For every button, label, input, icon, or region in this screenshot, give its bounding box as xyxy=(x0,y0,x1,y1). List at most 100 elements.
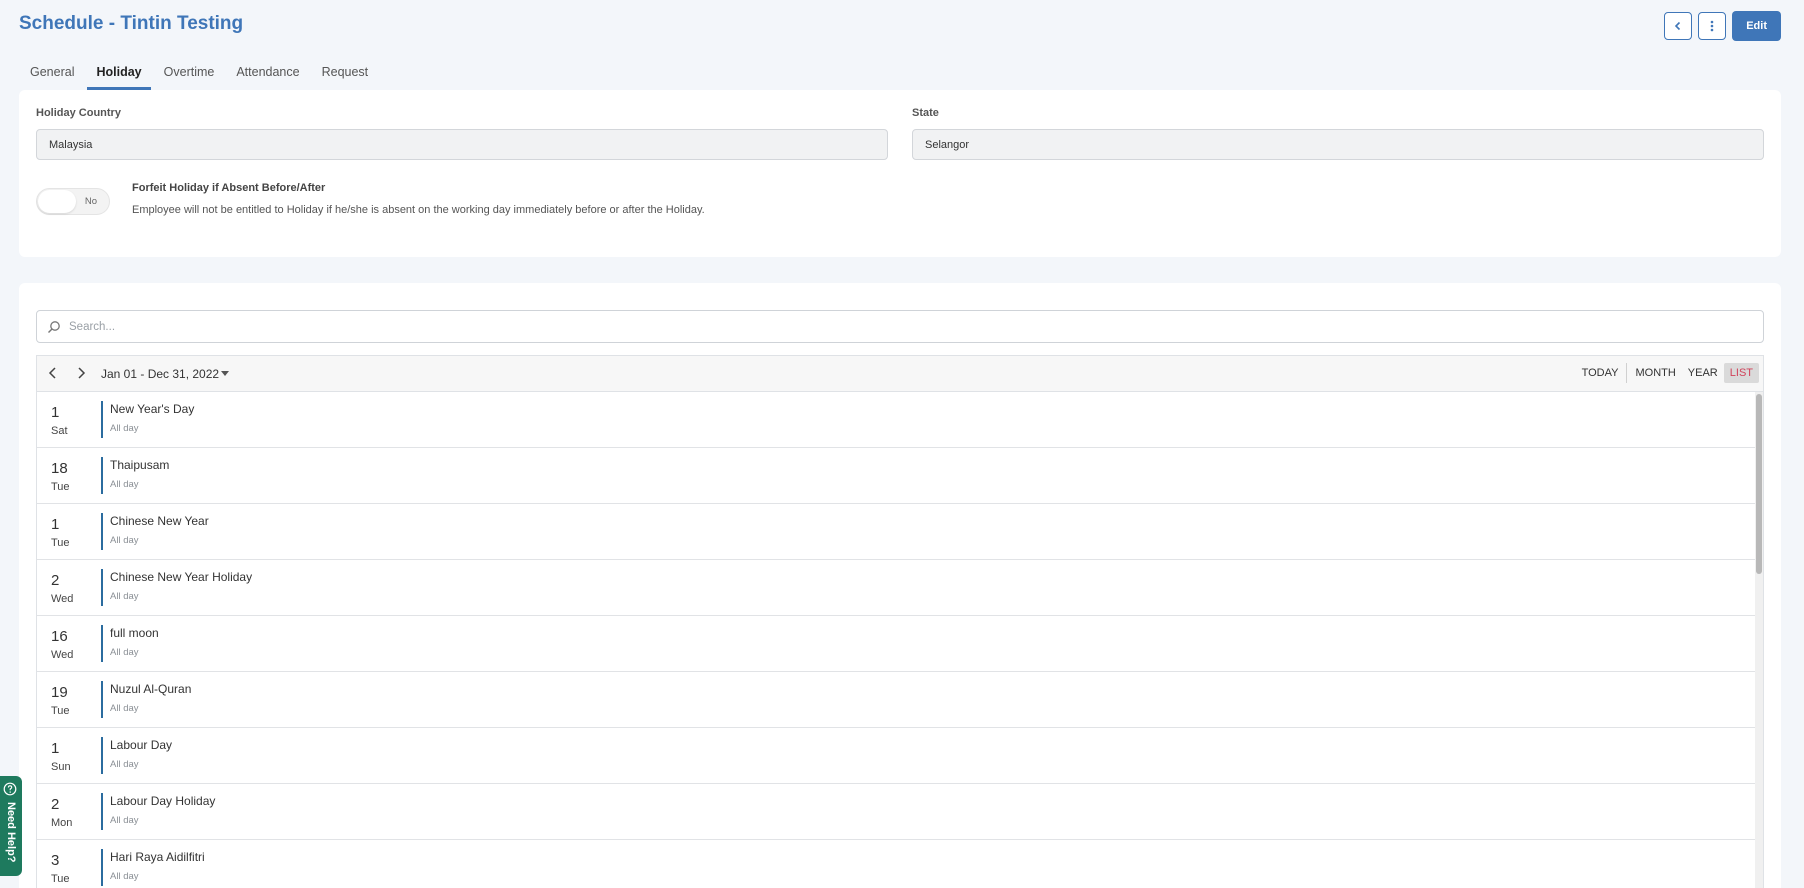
event-bar xyxy=(101,793,103,830)
chevron-left-icon xyxy=(1675,21,1681,31)
event-day: 1 xyxy=(51,404,60,421)
event-weekday: Sun xyxy=(51,761,71,773)
event-bar xyxy=(101,681,103,718)
view-year-button[interactable]: YEAR xyxy=(1682,363,1724,383)
event-time: All day xyxy=(110,815,139,826)
search-input[interactable]: Search... xyxy=(36,310,1764,343)
event-bar xyxy=(101,513,103,550)
page-header: Schedule - Tintin Testing Edit xyxy=(19,11,1781,42)
calendar-toolbar: Jan 01 - Dec 31, 2022 TODAY MONTH YEAR L… xyxy=(37,356,1763,392)
edit-button[interactable]: Edit xyxy=(1732,11,1781,41)
event-time: All day xyxy=(110,591,139,602)
event-title: Labour Day Holiday xyxy=(110,794,216,808)
holiday-country-field[interactable]: Malaysia xyxy=(36,129,888,160)
event-day: 16 xyxy=(51,628,68,645)
forfeit-title: Forfeit Holiday if Absent Before/After xyxy=(132,182,326,194)
event-weekday: Sat xyxy=(51,425,68,437)
holiday-settings-card: Holiday Country Malaysia State Selangor … xyxy=(19,90,1781,257)
view-today-button[interactable]: TODAY xyxy=(1576,363,1628,383)
event-weekday: Tue xyxy=(51,481,70,493)
event-time: All day xyxy=(110,423,139,434)
tab-holiday[interactable]: Holiday xyxy=(85,60,152,90)
event-title: Hari Raya Aidilfitri xyxy=(110,850,205,864)
event-day: 19 xyxy=(51,684,68,701)
event-title: New Year's Day xyxy=(110,402,195,416)
next-button[interactable] xyxy=(73,365,89,381)
search-icon xyxy=(48,321,60,333)
event-day: 2 xyxy=(51,796,60,813)
help-circle-icon xyxy=(3,782,17,796)
calendar: Jan 01 - Dec 31, 2022 TODAY MONTH YEAR L… xyxy=(36,355,1764,888)
date-range[interactable]: Jan 01 - Dec 31, 2022 xyxy=(101,367,219,381)
list-item[interactable]: 2 Mon Labour Day Holiday All day xyxy=(37,784,1755,840)
state-label: State xyxy=(912,107,939,119)
view-switcher: TODAY MONTH YEAR LIST xyxy=(1576,363,1759,383)
event-title: Labour Day xyxy=(110,738,173,752)
event-weekday: Mon xyxy=(51,817,73,829)
event-day: 3 xyxy=(51,852,60,869)
event-bar xyxy=(101,737,103,774)
event-day: 1 xyxy=(51,740,60,757)
event-time: All day xyxy=(110,535,139,546)
more-options-button[interactable] xyxy=(1698,12,1727,40)
event-time: All day xyxy=(110,759,139,770)
event-title: Chinese New Year xyxy=(110,514,209,528)
list-item[interactable]: 16 Wed full moon All day xyxy=(37,616,1755,672)
list-item[interactable]: 3 Tue Hari Raya Aidilfitri All day xyxy=(37,840,1755,888)
list-item[interactable]: 19 Tue Nuzul Al-Quran All day xyxy=(37,672,1755,728)
event-bar xyxy=(101,457,103,494)
scrollbar-thumb[interactable] xyxy=(1756,394,1762,574)
event-title: full moon xyxy=(110,626,159,640)
tab-overtime[interactable]: Overtime xyxy=(153,60,226,90)
event-day: 1 xyxy=(51,516,60,533)
list-item[interactable]: 1 Sat New Year's Day All day xyxy=(37,392,1755,448)
state-field[interactable]: Selangor xyxy=(912,129,1764,160)
scrollbar[interactable] xyxy=(1755,392,1763,888)
event-weekday: Wed xyxy=(51,593,74,605)
event-time: All day xyxy=(110,479,139,490)
list-item[interactable]: 1 Sun Labour Day All day xyxy=(37,728,1755,784)
list-item[interactable]: 2 Wed Chinese New Year Holiday All day xyxy=(37,560,1755,616)
back-button[interactable] xyxy=(1664,12,1693,40)
forfeit-holiday-toggle[interactable]: No xyxy=(36,188,110,215)
tab-general[interactable]: General xyxy=(19,60,85,90)
event-day: 18 xyxy=(51,460,68,477)
event-bar xyxy=(101,849,103,886)
tab-attendance[interactable]: Attendance xyxy=(225,60,310,90)
list-item[interactable]: 18 Tue Thaipusam All day xyxy=(37,448,1755,504)
header-actions: Edit xyxy=(1664,11,1781,41)
event-weekday: Tue xyxy=(51,705,70,717)
event-bar xyxy=(101,401,103,438)
event-weekday: Tue xyxy=(51,873,70,885)
list-item[interactable]: 1 Tue Chinese New Year All day xyxy=(37,504,1755,560)
toggle-state-label: No xyxy=(84,196,97,207)
view-list-button[interactable]: LIST xyxy=(1723,363,1759,383)
tab-request[interactable]: Request xyxy=(311,60,380,90)
event-weekday: Tue xyxy=(51,537,70,549)
tab-bar: General Holiday Overtime Attendance Requ… xyxy=(19,60,379,90)
event-list: 1 Sat New Year's Day All day 18 Tue Thai… xyxy=(37,392,1763,888)
event-title: Chinese New Year Holiday xyxy=(110,570,253,584)
forfeit-description: Employee will not be entitled to Holiday… xyxy=(132,204,705,216)
need-help-button[interactable]: Need Help? xyxy=(0,776,22,876)
chevron-right-icon xyxy=(78,367,86,379)
event-bar xyxy=(101,625,103,662)
holiday-calendar-card: Search... Jan 01 - Dec 31, 2022 TODAY MO… xyxy=(19,283,1781,888)
event-weekday: Wed xyxy=(51,649,74,661)
toggle-knob xyxy=(38,190,76,213)
view-month-button[interactable]: MONTH xyxy=(1629,363,1681,383)
caret-down-icon[interactable] xyxy=(221,371,229,376)
search-placeholder: Search... xyxy=(69,321,116,333)
prev-button[interactable] xyxy=(45,365,61,381)
event-time: All day xyxy=(110,647,139,658)
event-time: All day xyxy=(110,871,139,882)
event-time: All day xyxy=(110,703,139,714)
event-bar xyxy=(101,569,103,606)
event-day: 2 xyxy=(51,572,60,589)
event-title: Thaipusam xyxy=(110,458,170,472)
page-title: Schedule - Tintin Testing xyxy=(19,13,244,34)
chevron-left-icon xyxy=(48,367,56,379)
need-help-label: Need Help? xyxy=(5,802,17,863)
event-title: Nuzul Al-Quran xyxy=(110,682,192,696)
kebab-icon xyxy=(1710,20,1714,32)
